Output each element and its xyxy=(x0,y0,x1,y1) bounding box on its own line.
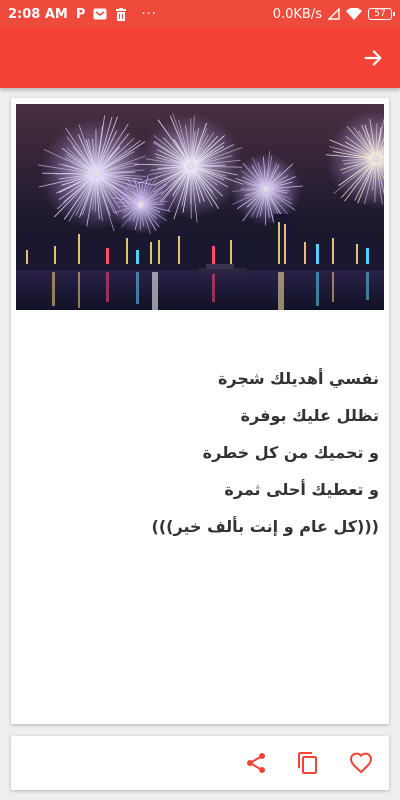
share-button[interactable] xyxy=(242,749,270,777)
poem-line: (((كل عام و إنت بألف خير))) xyxy=(151,517,379,536)
trash-icon xyxy=(115,7,127,21)
network-speed: 0.0KB/s xyxy=(272,6,322,22)
share-icon xyxy=(247,753,265,773)
copy-icon xyxy=(298,752,317,774)
more-dots-icon: ··· xyxy=(141,6,157,22)
post-text: نفسي أهديلك شجرة تظلل عليك بوفرة و تحميك… xyxy=(39,360,379,545)
poem-line: و تحميك من كل خطرة xyxy=(202,443,379,462)
mail-icon xyxy=(93,8,107,20)
post-card: نفسي أهديلك شجرة تظلل عليك بوفرة و تحميك… xyxy=(11,98,389,724)
favorite-icon xyxy=(349,752,373,774)
action-bar xyxy=(11,736,389,790)
favorite-button[interactable] xyxy=(347,749,375,777)
status-bar: 2:08 AM P ··· 0.0KB/s 57 xyxy=(0,0,400,28)
poem-line: نفسي أهديلك شجرة xyxy=(217,369,379,388)
arrow-right-icon xyxy=(364,50,382,66)
poem-line: تظلل عليك بوفرة xyxy=(240,406,379,425)
wifi-icon xyxy=(346,8,362,20)
battery-level: 57 xyxy=(374,9,386,19)
poem-line: و تعطيك أحلى ثمرة xyxy=(224,480,379,499)
signal-icon xyxy=(328,8,340,20)
p-icon: P xyxy=(75,6,86,22)
fireworks-image xyxy=(16,104,384,310)
copy-button[interactable] xyxy=(294,749,322,777)
forward-button[interactable] xyxy=(360,45,386,71)
status-time: 2:08 AM xyxy=(8,6,68,22)
battery-icon: 57 xyxy=(368,8,395,20)
app-toolbar xyxy=(0,28,400,88)
